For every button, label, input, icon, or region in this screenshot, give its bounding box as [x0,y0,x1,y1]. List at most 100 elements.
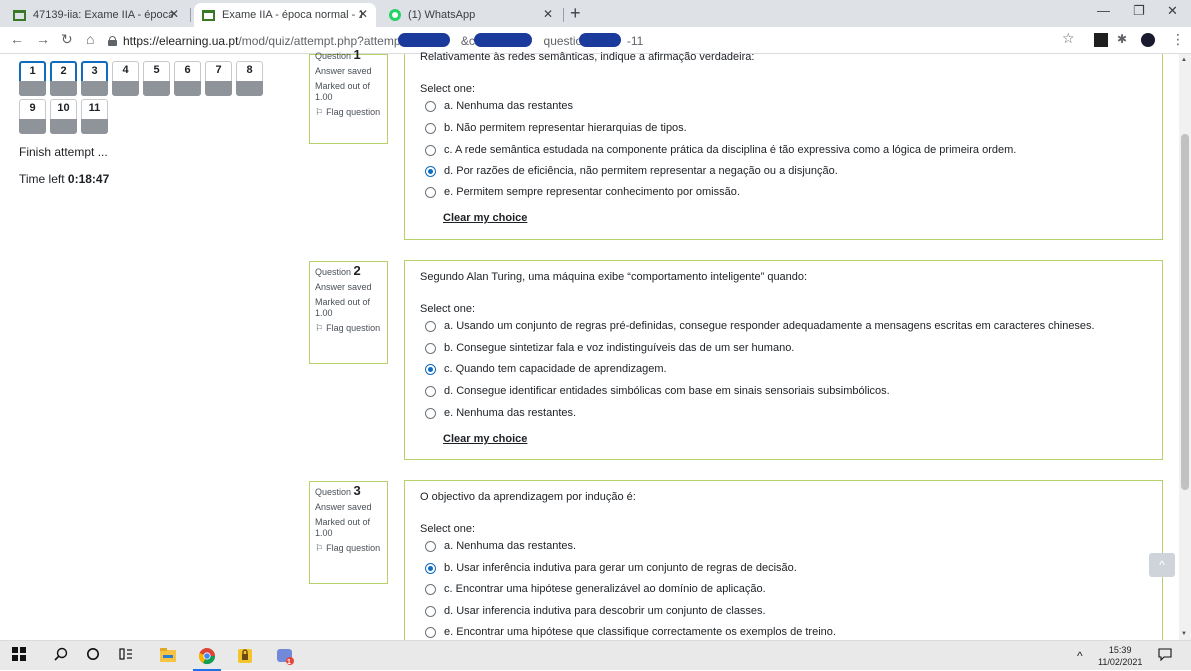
task-view-icon[interactable] [117,647,135,665]
quiz-nav-button[interactable]: 8 [236,61,263,96]
reload-button[interactable]: ↻ [61,31,73,48]
answer-option[interactable]: b. Não permitem representar hierarquias … [425,122,687,134]
flag-question-button[interactable]: ⚐ Flag question [315,323,382,334]
answer-option[interactable]: a. Usando um conjunto de regras pré-defi… [425,320,1095,332]
windows-start-icon[interactable] [10,647,28,665]
extension-icon[interactable] [1094,33,1108,47]
tab-divider [190,8,191,22]
answer-option[interactable]: b. Consegue sintetizar fala e voz indist… [425,342,794,354]
forward-button[interactable]: → [36,31,50,47]
question-grade: Marked out of 1.00 [315,517,371,538]
flag-question-button[interactable]: ⚐ Flag question [315,107,382,118]
tray-expand-icon[interactable]: ^ [1077,649,1083,663]
answer-option[interactable]: c. Quando tem capacidade de aprendizagem… [425,363,667,375]
notifications-icon[interactable] [1156,647,1174,665]
answer-option[interactable]: a. Nenhuma das restantes [425,100,573,112]
radio-button[interactable] [425,626,436,638]
answer-option[interactable]: e. Nenhuma das restantes. [425,407,576,419]
flag-question-button[interactable]: ⚐ Flag question [315,543,382,554]
tab-exame-quiz[interactable]: Exame IIA - época normal - 1ª par ✕ [194,3,376,27]
question-number: 3 [353,483,361,498]
chrome-icon[interactable] [198,647,216,665]
quiz-nav-button[interactable]: 7 [205,61,232,96]
answer-option[interactable]: e. Permitem sempre representar conhecime… [425,186,740,198]
answer-option[interactable]: d. Consegue identificar entidades simból… [425,385,890,397]
radio-button[interactable] [425,144,436,156]
radio-button[interactable] [425,342,436,354]
close-tab-icon[interactable]: ✕ [358,7,368,21]
puzzle-extensions-icon[interactable]: ✱ [1117,32,1131,46]
answer-option[interactable]: c. Encontrar uma hipótese generalizável … [425,583,766,595]
close-window-button[interactable]: ✕ [1167,3,1178,19]
answer-option[interactable]: a. Nenhuma das restantes. [425,540,576,552]
radio-button[interactable] [425,407,436,419]
radio-button-selected[interactable] [425,562,436,574]
clear-choice-link[interactable]: Clear my choice [443,433,527,445]
profile-avatar-icon[interactable] [1141,33,1155,47]
quiz-nav-button[interactable]: 4 [112,61,139,96]
browser-menu-icon[interactable]: ⋮ [1171,31,1185,48]
radio-button[interactable] [425,100,436,112]
redaction-mark [579,33,621,47]
minimize-button[interactable]: — [1097,3,1110,18]
finish-attempt-link[interactable]: Finish attempt ... [19,145,108,159]
quiz-nav-button[interactable]: 5 [143,61,170,96]
scroll-down-icon[interactable]: ▼ [1181,631,1187,637]
answer-option[interactable]: e. Encontrar uma hipótese que classifiqu… [425,626,836,638]
quiz-nav-button[interactable]: 6 [174,61,201,96]
system-clock[interactable]: 15:39 11/02/2021 [1098,644,1142,668]
question-label: Question [315,267,352,277]
question-label: Question [315,487,352,497]
radio-button[interactable] [425,583,436,595]
question-text: Relativamente às redes semânticas, indiq… [420,51,755,63]
question-grade: Marked out of 1.00 [315,297,371,318]
question-content: O objectivo da aprendizagem por indução … [404,480,1163,640]
tab-exame-course[interactable]: 47139-iia: Exame IIA - época norm ✕ [5,3,187,27]
answer-option[interactable]: c. A rede semântica estudada na componen… [425,144,1016,156]
quiz-nav-button[interactable]: 2 [50,61,77,96]
radio-button[interactable] [425,186,436,198]
close-tab-icon[interactable]: ✕ [169,7,179,21]
scrollbar-thumb[interactable] [1181,134,1189,490]
back-to-top-button[interactable]: ^ [1149,553,1175,577]
vertical-scrollbar[interactable]: ▲ ▼ [1179,54,1191,640]
answer-option[interactable]: d. Usar inferencia indutiva para descobr… [425,605,766,617]
discord-icon[interactable] [276,647,294,665]
tab-title: 47139-iia: Exame IIA - época norm [33,9,173,21]
radio-button-selected[interactable] [425,363,436,375]
radio-button-selected[interactable] [425,165,436,177]
scroll-up-icon[interactable]: ▲ [1181,57,1187,63]
home-button[interactable]: ⌂ [86,31,94,47]
quiz-nav-button[interactable]: 1 [19,61,46,96]
radio-button[interactable] [425,385,436,397]
close-tab-icon[interactable]: ✕ [543,7,553,21]
file-explorer-icon[interactable] [159,647,177,665]
clear-choice-link[interactable]: Clear my choice [443,212,527,224]
tab-title: (1) WhatsApp [408,9,476,21]
cortana-icon[interactable] [84,647,102,665]
question-state: Answer saved [315,66,372,76]
whatsapp-favicon-icon [389,9,401,21]
radio-button[interactable] [425,320,436,332]
radio-button[interactable] [425,605,436,617]
maximize-button[interactable]: ❐ [1133,3,1145,19]
answer-option[interactable]: b. Usar inferência indutiva para gerar u… [425,562,797,574]
radio-button[interactable] [425,540,436,552]
flag-icon: ⚐ [315,323,324,333]
bookmark-star-icon[interactable]: ☆ [1062,30,1075,47]
back-button[interactable]: ← [10,31,24,47]
quiz-nav-button[interactable]: 9 [19,99,46,134]
radio-button[interactable] [425,122,436,134]
answer-option[interactable]: d. Por razões de eficiência, não permite… [425,165,838,177]
security-app-icon[interactable] [236,647,254,665]
flag-label: Flag question [326,543,381,553]
quiz-nav-button[interactable]: 10 [50,99,77,134]
question-state: Answer saved [315,282,372,292]
quiz-nav-button[interactable]: 3 [81,61,108,96]
quiz-nav-button[interactable]: 11 [81,99,108,134]
tab-whatsapp[interactable]: (1) WhatsApp ✕ [381,3,561,27]
new-tab-button[interactable]: + [570,3,581,23]
quiz-timer: Time left 0:18:47 [19,172,109,186]
search-icon[interactable] [52,647,70,665]
notification-badge: 1 [287,659,291,666]
